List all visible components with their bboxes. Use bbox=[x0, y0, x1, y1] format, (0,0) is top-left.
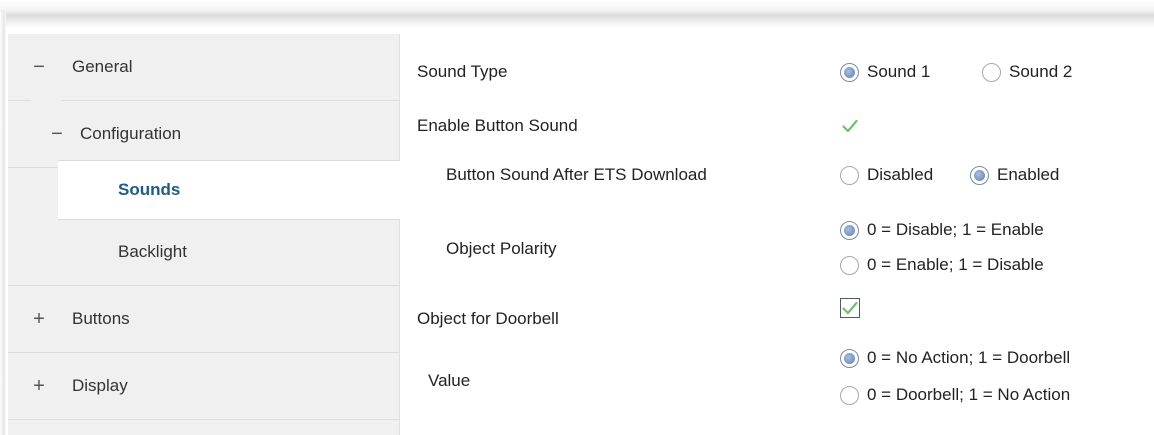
radio-button[interactable] bbox=[840, 255, 859, 275]
radio-label: 0 = Disable; 1 = Enable bbox=[867, 220, 1044, 239]
collapse-icon[interactable]: − bbox=[46, 123, 68, 146]
radio-button[interactable] bbox=[982, 62, 1001, 82]
expand-icon[interactable]: + bbox=[28, 308, 50, 331]
sidebar-item-backlight[interactable]: Backlight bbox=[8, 219, 399, 286]
checkmark-icon bbox=[842, 301, 858, 315]
sidebar-item-label: Configuration bbox=[80, 124, 182, 143]
sidebar-item-display[interactable]: + Display bbox=[8, 353, 399, 420]
sound-type-option-2[interactable]: Sound 2 bbox=[982, 62, 1072, 82]
object-polarity-label: Object Polarity bbox=[446, 239, 557, 258]
radio-label: 0 = No Action; 1 = Doorbell bbox=[867, 348, 1071, 367]
sidebar-item-general[interactable]: − General bbox=[8, 34, 399, 101]
radio-button-selected[interactable] bbox=[970, 165, 989, 185]
expand-icon[interactable]: + bbox=[28, 375, 50, 398]
top-shadow bbox=[0, 0, 1154, 28]
enable-button-sound-checkbox[interactable] bbox=[840, 116, 860, 136]
radio-label: Disabled bbox=[867, 165, 934, 184]
object-for-doorbell-checkbox[interactable] bbox=[840, 298, 860, 318]
sound-type-label: Sound Type bbox=[417, 62, 508, 81]
radio-button-selected[interactable] bbox=[840, 62, 859, 82]
value-option-1[interactable]: 0 = No Action; 1 = Doorbell bbox=[840, 348, 1070, 368]
object-for-doorbell-label: Object for Doorbell bbox=[417, 309, 559, 328]
radio-label: Sound 2 bbox=[1009, 62, 1073, 81]
sidebar-item-configuration[interactable]: − Configuration bbox=[8, 101, 399, 168]
sidebar-item-label: General bbox=[72, 57, 133, 76]
value-label: Value bbox=[428, 371, 471, 390]
selection-notch bbox=[30, 100, 62, 112]
radio-button[interactable] bbox=[840, 385, 859, 405]
polarity-option-2[interactable]: 0 = Enable; 1 = Disable bbox=[840, 255, 1044, 275]
sidebar-item-sounds[interactable]: Sounds bbox=[58, 160, 400, 220]
radio-label: 0 = Enable; 1 = Disable bbox=[867, 255, 1044, 274]
button-sound-after-ets-label: Button Sound After ETS Download bbox=[446, 165, 707, 184]
radio-button-selected[interactable] bbox=[840, 348, 859, 368]
sidebar-item-buttons[interactable]: + Buttons bbox=[8, 286, 399, 353]
radio-label: 0 = Doorbell; 1 = No Action bbox=[867, 385, 1071, 404]
polarity-option-1[interactable]: 0 = Disable; 1 = Enable bbox=[840, 220, 1044, 240]
value-option-2[interactable]: 0 = Doorbell; 1 = No Action bbox=[840, 385, 1070, 405]
radio-button-selected[interactable] bbox=[840, 220, 859, 240]
left-shadow bbox=[0, 12, 6, 435]
sidebar-item-label: Display bbox=[72, 376, 128, 395]
sidebar-tree: − General − Configuration Sounds Backlig… bbox=[8, 34, 400, 435]
sound-type-option-1[interactable]: Sound 1 bbox=[840, 62, 930, 82]
radio-label: Enabled bbox=[997, 165, 1060, 184]
dialog-frame: − General − Configuration Sounds Backlig… bbox=[0, 0, 1154, 435]
radio-label: Sound 1 bbox=[867, 62, 931, 81]
enable-button-sound-label: Enable Button Sound bbox=[417, 116, 578, 135]
ets-option-enabled[interactable]: Enabled bbox=[970, 165, 1059, 185]
collapse-icon[interactable]: − bbox=[28, 56, 50, 79]
parameters-panel: Sound Type Sound 1 Sound 2 Enable Button… bbox=[400, 34, 1154, 435]
sidebar-item-label: Sounds bbox=[118, 180, 181, 199]
sidebar-item-label: Buttons bbox=[72, 309, 130, 328]
checkmark-icon bbox=[842, 119, 858, 133]
sidebar-item-label: Backlight bbox=[118, 242, 187, 261]
radio-button[interactable] bbox=[840, 165, 859, 185]
ets-option-disabled[interactable]: Disabled bbox=[840, 165, 933, 185]
